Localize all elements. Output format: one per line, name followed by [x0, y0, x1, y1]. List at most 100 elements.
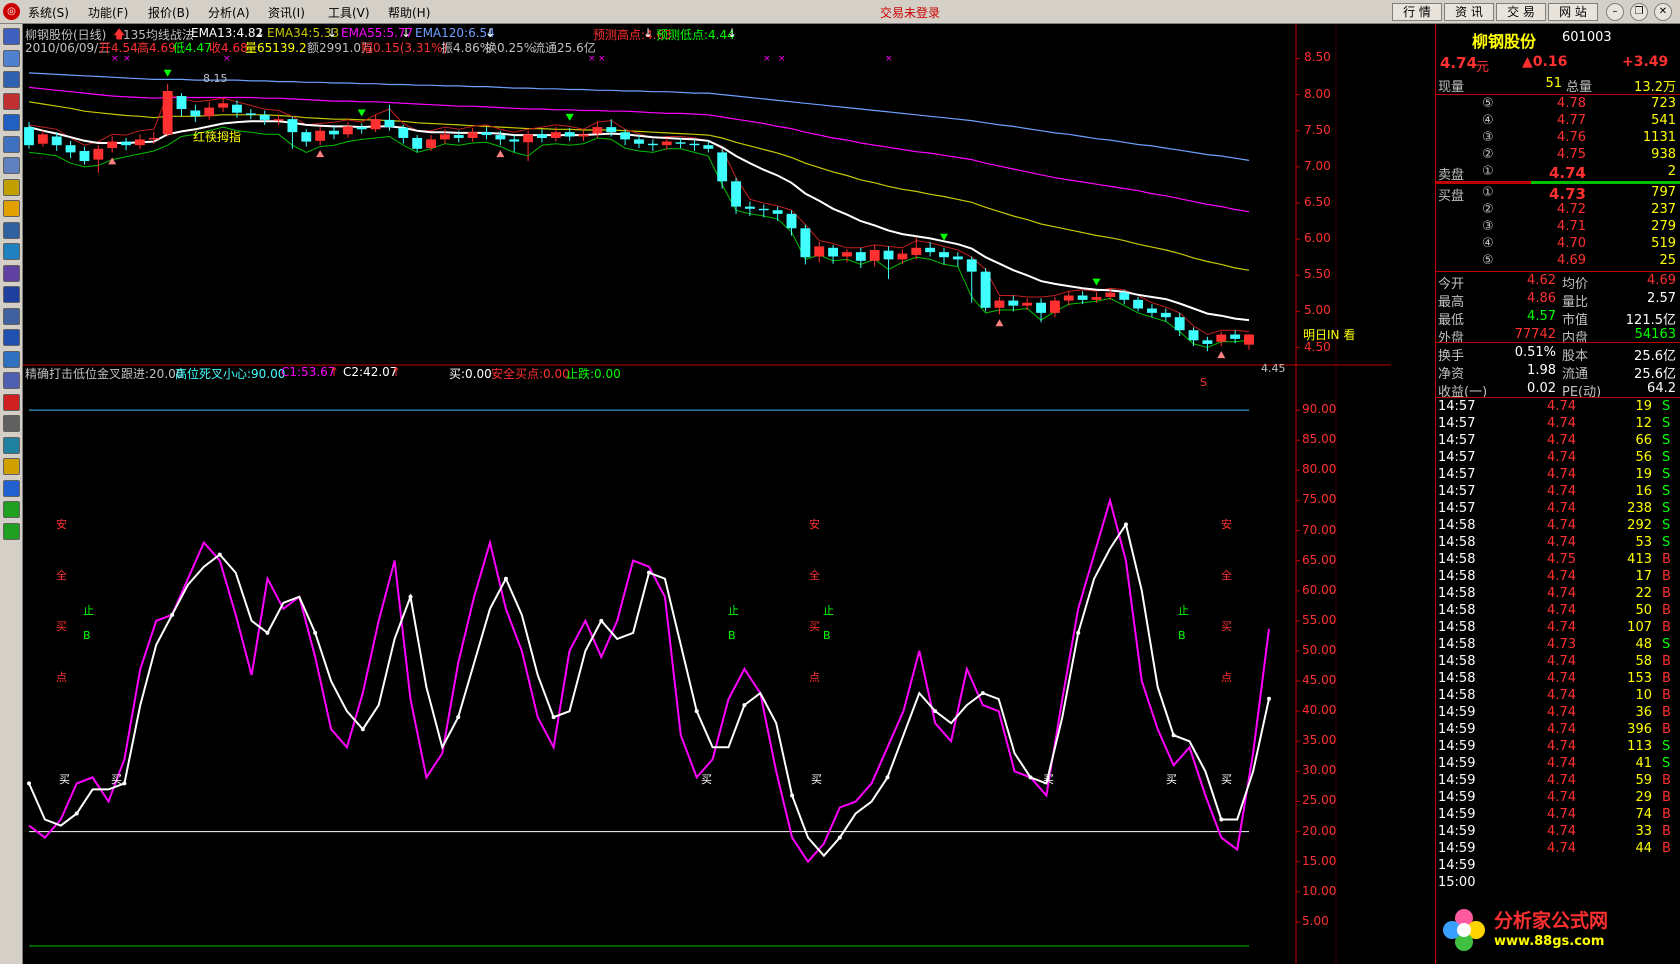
report-icon[interactable]	[3, 157, 20, 174]
tick-row: 14:57 4.74 19 S	[1436, 399, 1680, 417]
market-button[interactable]: 行 情	[1392, 3, 1442, 21]
tick-row-cell: 14:58	[1438, 671, 1476, 686]
buy-level: ② 4.72 237	[1436, 202, 1680, 220]
chart-area[interactable]: × × × × × × × × 柳钢股份(日线) 🡅 135均线战法 EMA13:4.82 ↓…	[23, 24, 1391, 964]
buy-arrow-icon	[565, 113, 574, 121]
stop-label: 止	[1178, 604, 1189, 617]
watermark: 分析家公式网 www.88gs.com	[1436, 900, 1680, 964]
people-icon[interactable]	[3, 221, 20, 239]
table-icon[interactable]	[3, 114, 20, 131]
stat-row: 净资 1.98 流通 25.6亿	[1436, 363, 1680, 382]
s-mark: S	[1200, 376, 1207, 389]
candle-body	[37, 134, 48, 144]
candle-body	[689, 143, 700, 146]
candle-body	[523, 134, 534, 143]
tick-row-cell: 14:57	[1438, 501, 1476, 516]
bid-ask-ratio-bar	[1436, 181, 1531, 184]
buy-label: 买	[809, 620, 820, 633]
menu-info[interactable]: 资讯(I)	[268, 4, 305, 21]
tick-row-cell: 14:59	[1438, 807, 1476, 822]
calendar-icon[interactable]	[3, 372, 20, 389]
website-button[interactable]: 网 站	[1548, 3, 1598, 21]
list-icon[interactable]	[3, 135, 20, 153]
settings-icon[interactable]	[3, 307, 20, 325]
rsi-icon[interactable]	[3, 329, 20, 346]
price-tick-label: 5.00	[1304, 303, 1331, 318]
wave-icon[interactable]	[3, 350, 20, 368]
up-icon[interactable]	[3, 501, 20, 518]
safe-label: 安	[809, 518, 820, 531]
trade-button[interactable]: 交 易	[1496, 3, 1546, 21]
sell-level: ③ 4.76 1131	[1436, 130, 1680, 148]
stat-row-cell: 4.69	[1647, 273, 1676, 288]
candle-body	[925, 247, 936, 253]
move-icon[interactable]	[3, 479, 20, 497]
price-tick-label: 8.50	[1304, 50, 1331, 65]
export-icon[interactable]	[3, 436, 20, 454]
tick-row-cell: 4.74	[1547, 841, 1576, 856]
candle-body	[301, 132, 312, 142]
tick-row-cell: 14:59	[1438, 858, 1476, 873]
pie-icon[interactable]	[3, 264, 20, 282]
candle-body	[1160, 312, 1171, 318]
menu-analysis[interactable]: 分析(A)	[208, 4, 250, 21]
menu-help[interactable]: 帮助(H)	[388, 4, 430, 21]
wrench-icon[interactable]	[3, 415, 20, 432]
indicator-tick-label: 60.00	[1302, 582, 1337, 597]
line-chart-icon[interactable]	[3, 71, 20, 88]
tick-row: 14:58 4.74 107 B	[1436, 620, 1680, 638]
news-button[interactable]: 资 讯	[1444, 3, 1494, 21]
total-volume-label: 总量	[1566, 80, 1593, 95]
etf-icon[interactable]	[3, 286, 20, 303]
menu-system[interactable]: 系统(S)	[28, 4, 69, 21]
tick-row-cell: 4.74	[1547, 654, 1576, 669]
sell-arrow-icon	[316, 150, 325, 158]
candle-body	[495, 135, 506, 140]
tick-row-cell: S	[1662, 637, 1671, 652]
candle-body	[439, 134, 450, 140]
candle-body	[634, 139, 644, 144]
grid-icon[interactable]	[3, 49, 20, 67]
minimize-icon[interactable]: –	[1606, 3, 1624, 21]
price-tick-label: 8.00	[1304, 86, 1331, 101]
app-logo-icon[interactable]: ◎	[3, 3, 20, 20]
tick-row-cell: 19	[1635, 399, 1652, 414]
filter-icon[interactable]	[3, 178, 20, 196]
pen-icon[interactable]	[3, 458, 20, 475]
home-icon[interactable]	[3, 28, 20, 45]
magnify-icon[interactable]	[3, 243, 20, 260]
indicator-tick-label: 65.00	[1302, 552, 1337, 567]
candle-body	[24, 127, 34, 146]
star-icon[interactable]	[3, 200, 20, 217]
restore-icon[interactable]: ❐	[1630, 3, 1648, 21]
tick-row: 14:59 4.74 59 B	[1436, 773, 1680, 791]
buy-level-cell: 25	[1659, 253, 1676, 268]
candle-body	[1133, 299, 1144, 309]
flower-logo-icon	[1440, 906, 1488, 954]
candle-body	[675, 142, 686, 144]
low-cross-label: 低位金叉跟进:20.00	[73, 367, 184, 381]
watermark-text: 分析家公式网	[1494, 910, 1609, 932]
stat-row-cell: 股本	[1562, 349, 1589, 364]
stat-row-cell: 流通	[1562, 367, 1589, 382]
tick-row-cell: 74	[1635, 807, 1652, 822]
menu-quote[interactable]: 报价(B)	[148, 4, 190, 21]
tick-row-cell: 4.74	[1547, 484, 1576, 499]
tick-row: 14:59 4.74 74 B	[1436, 807, 1680, 825]
close-icon[interactable]: ✕	[1654, 3, 1672, 21]
tick-row: 14:58 4.74 53 S	[1436, 535, 1680, 553]
candle-body	[481, 132, 492, 136]
tick-row-cell: 48	[1635, 637, 1652, 652]
candle-icon[interactable]	[3, 92, 20, 110]
menu-function[interactable]: 功能(F)	[88, 4, 128, 21]
red-s-icon[interactable]	[3, 393, 20, 411]
buy-level-cell: ③	[1482, 219, 1494, 234]
candle-body	[731, 181, 741, 207]
menu-tools[interactable]: 工具(V)	[328, 4, 370, 21]
total-volume-value: 13.2万	[1634, 80, 1676, 95]
separator	[1436, 271, 1680, 272]
candle-body	[1216, 334, 1227, 342]
bar-low: 低4.47	[173, 41, 212, 55]
ema13-label: EMA13:4.82	[191, 26, 264, 40]
down-icon[interactable]	[3, 522, 20, 540]
